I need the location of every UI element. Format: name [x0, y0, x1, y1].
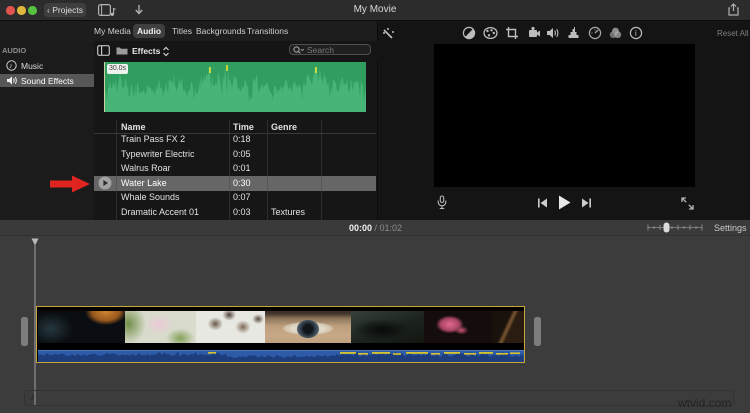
svg-text:♪: ♪ [9, 61, 13, 70]
svg-text:i: i [635, 28, 637, 38]
